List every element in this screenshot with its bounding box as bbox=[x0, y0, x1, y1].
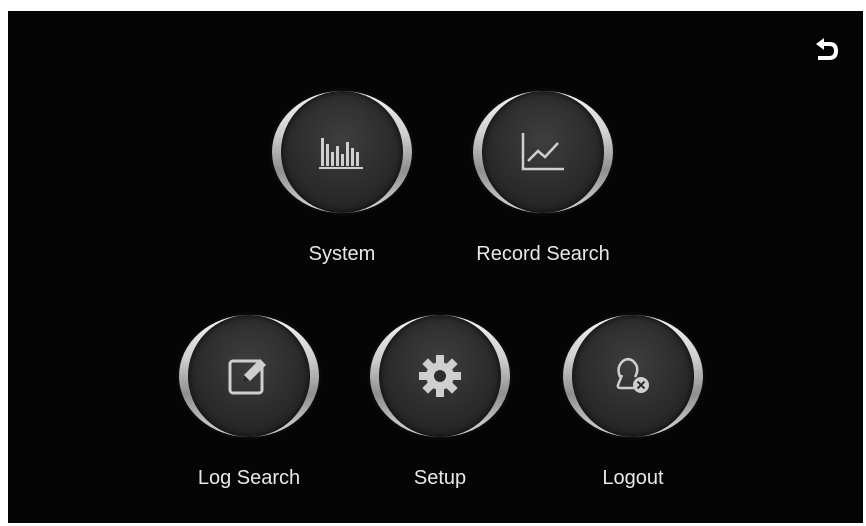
system-button[interactable]: System bbox=[267, 91, 417, 265]
log-search-ring bbox=[179, 315, 319, 437]
logout-label: Logout bbox=[602, 467, 664, 489]
edit-icon bbox=[226, 353, 272, 399]
line-chart-icon bbox=[520, 131, 566, 173]
back-arrow-icon bbox=[810, 35, 842, 67]
logout-inner bbox=[572, 315, 694, 437]
setup-button[interactable]: Setup bbox=[365, 315, 515, 489]
system-ring bbox=[272, 91, 412, 213]
logout-ring bbox=[563, 315, 703, 437]
user-remove-icon bbox=[610, 353, 656, 399]
logout-button[interactable]: Logout bbox=[558, 315, 708, 489]
log-search-label: Log Search bbox=[197, 467, 301, 489]
main-menu-screen: System Record Search Log Search Setup Lo… bbox=[8, 11, 863, 523]
record-search-label: Record Search bbox=[476, 243, 610, 265]
log-search-button[interactable]: Log Search bbox=[174, 315, 324, 489]
system-label: System bbox=[308, 243, 376, 265]
setup-inner bbox=[379, 315, 501, 437]
setup-label: Setup bbox=[413, 467, 467, 489]
setup-ring bbox=[370, 315, 510, 437]
system-inner bbox=[281, 91, 403, 213]
record-search-ring bbox=[473, 91, 613, 213]
record-search-button[interactable]: Record Search bbox=[468, 91, 618, 265]
log-search-inner bbox=[188, 315, 310, 437]
back-button[interactable] bbox=[808, 33, 844, 69]
bar-chart-icon bbox=[319, 132, 365, 172]
gear-icon bbox=[417, 353, 463, 399]
record-search-inner bbox=[482, 91, 604, 213]
